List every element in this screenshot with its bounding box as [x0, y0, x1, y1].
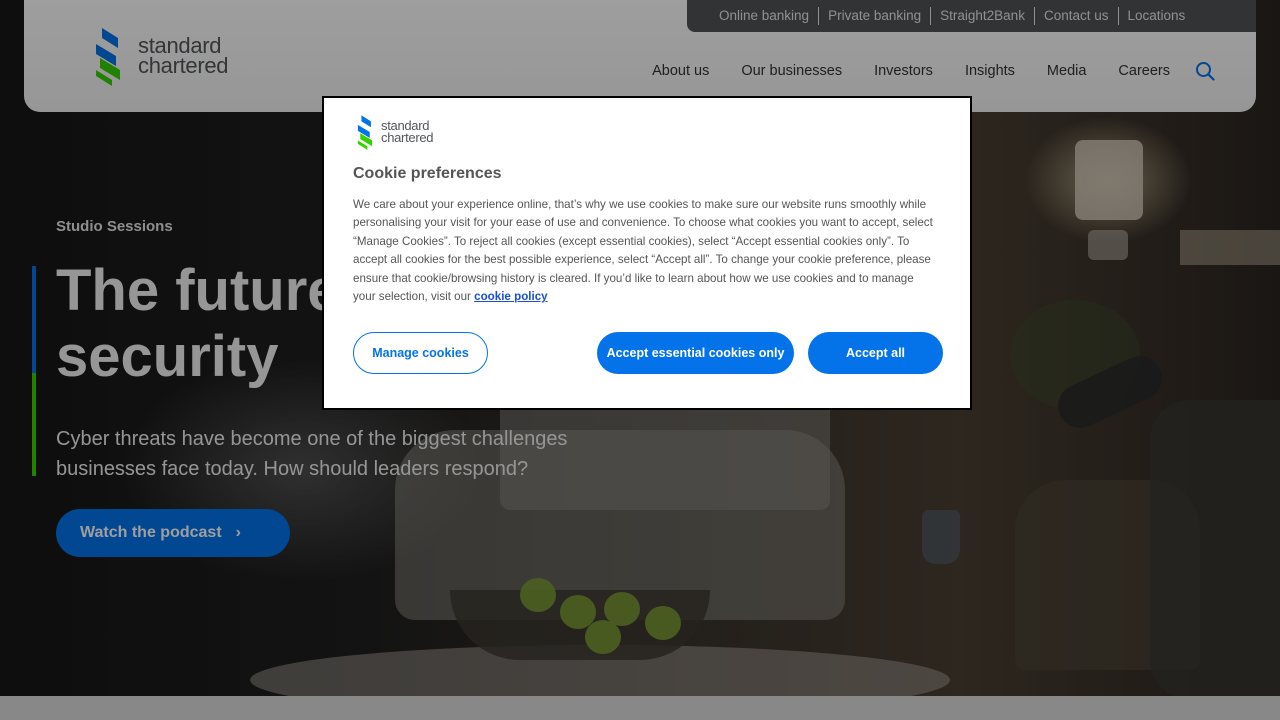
logo-mark-icon: [357, 115, 373, 150]
cookie-dialog-body: We care about your experience online, th…: [353, 196, 937, 306]
accept-essential-cookies-button[interactable]: Accept essential cookies only: [597, 332, 794, 374]
cookie-body-text: We care about your experience online, th…: [353, 198, 933, 304]
cookie-dialog-logo: standard chartered: [353, 113, 434, 151]
accept-all-cookies-button[interactable]: Accept all: [808, 332, 943, 374]
manage-cookies-button[interactable]: Manage cookies: [353, 332, 488, 374]
cookie-dialog: standard chartered Cookie preferences We…: [322, 96, 972, 410]
cookie-policy-link[interactable]: cookie policy: [474, 290, 547, 303]
cookie-logo-line-2: chartered: [381, 130, 434, 145]
cookie-logo-wordmark: standard chartered: [381, 119, 434, 145]
cookie-dialog-title: Cookie preferences: [353, 165, 502, 182]
